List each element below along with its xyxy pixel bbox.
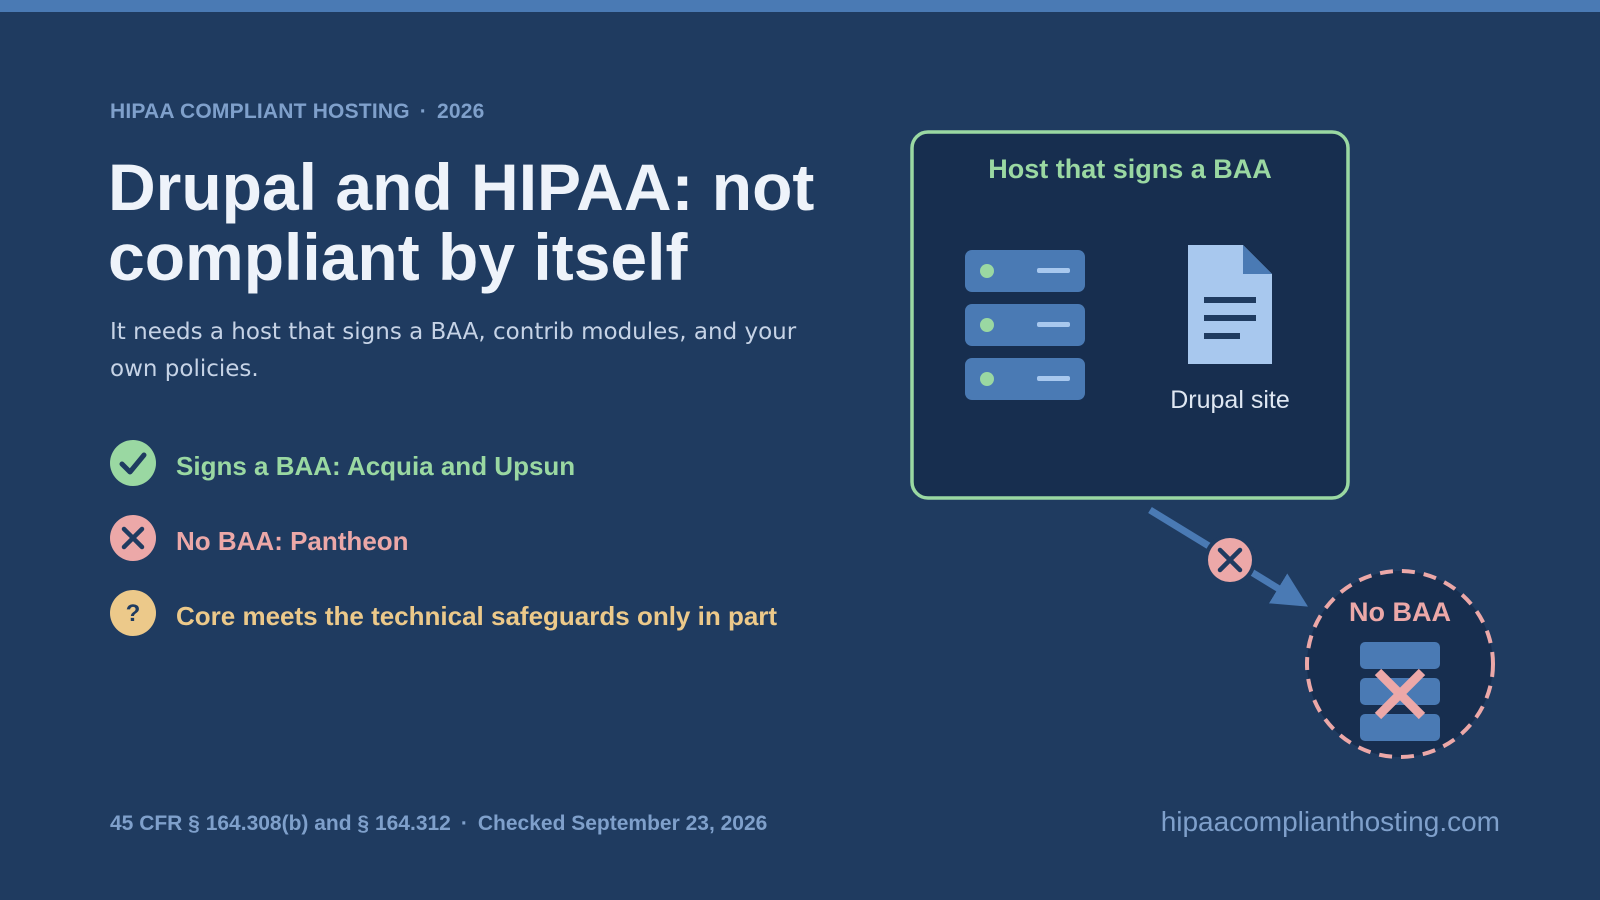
- no-baa-label: No BAA: [1349, 597, 1451, 627]
- hosting-diagram: Host that signs a BAA Drupal site No BAA: [910, 130, 1495, 759]
- document-icon: [1188, 245, 1272, 364]
- checked-date: Checked September 23, 2026: [477, 812, 768, 835]
- footer-citation: 45 CFR § 164.308(b) and § 164.312 · Checke…: [110, 812, 767, 836]
- footer-site-url: hipaacomplianthosting.com: [1160, 806, 1500, 837]
- drupal-site-label: Drupal site: [1170, 386, 1290, 414]
- blocked-x-icon: [1204, 534, 1256, 586]
- server-stack-icon: [965, 250, 1085, 400]
- baa-host-label: Host that signs a BAA: [988, 154, 1272, 184]
- citation-text: 45 CFR § 164.308(b) and § 164.312: [110, 812, 451, 835]
- footer-separator: ·: [460, 812, 468, 835]
